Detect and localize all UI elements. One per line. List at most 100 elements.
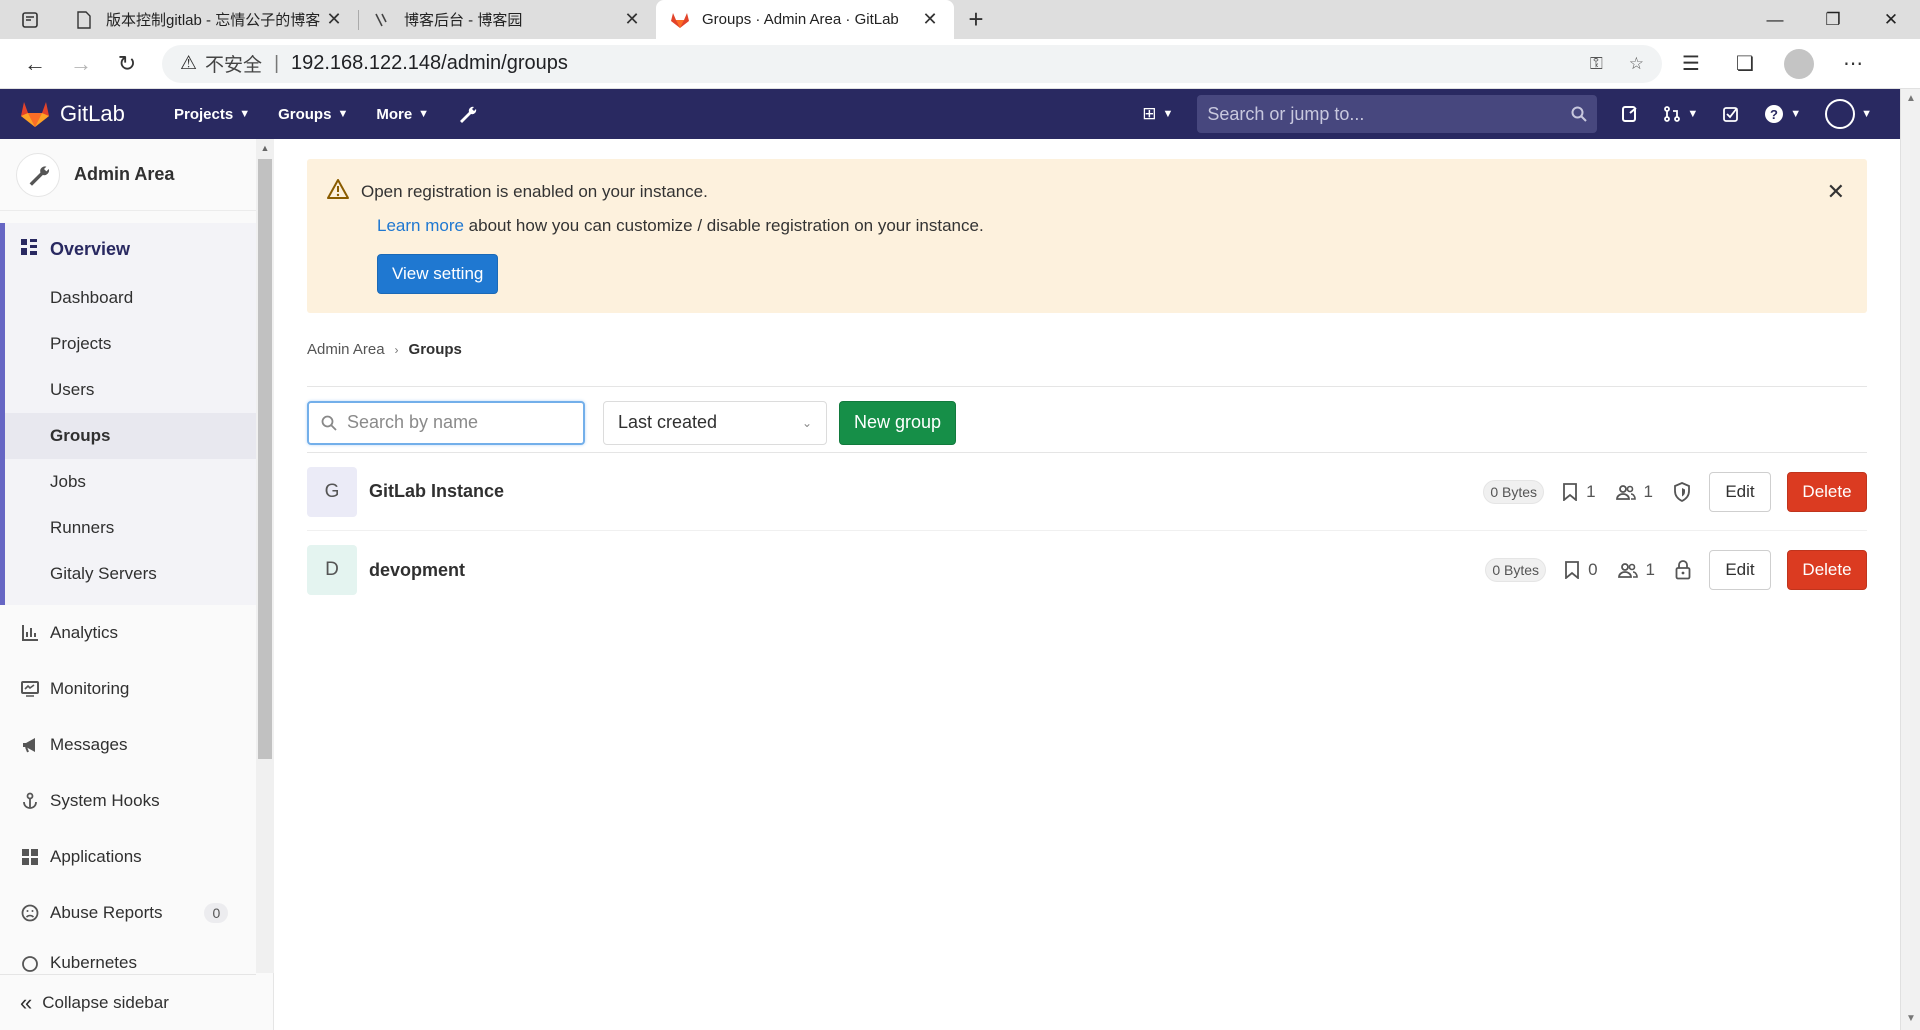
favorite-add-icon[interactable]: ☆ [1629,54,1644,74]
close-icon[interactable]: ✕ [324,9,344,30]
view-setting-button[interactable]: View setting [377,254,499,294]
lock-icon [1675,560,1691,580]
sidebar-item-applications[interactable]: Applications [0,829,273,885]
group-name[interactable]: devopment [369,560,465,581]
storage-size-badge: 0 Bytes [1483,479,1545,504]
abuse-icon [20,904,40,922]
sidebar-item-label: Overview [50,238,131,259]
breadcrumb-groups[interactable]: Groups [409,341,462,358]
close-window-icon[interactable]: ✕ [1862,0,1920,39]
admin-sidebar: Admin Area Overview Dashboard Projects U… [0,139,274,1030]
close-icon[interactable]: ✕ [622,9,642,30]
sidebar-item-monitoring[interactable]: Monitoring [0,661,273,717]
new-dropdown[interactable]: ⊞ ▼ [1130,89,1185,139]
sidebar-item-label: Applications [50,847,142,866]
nav-projects[interactable]: Projects ▼ [160,89,264,139]
new-group-button[interactable]: New group [839,400,957,445]
sidebar-item-groups[interactable]: Groups [0,413,273,459]
minimize-icon[interactable]: — [1746,0,1804,39]
window-menu-icon[interactable] [0,0,60,39]
reload-icon[interactable]: ↻ [104,44,150,84]
browser-tab-3[interactable]: Groups · Admin Area · GitLab ✕ [656,0,954,39]
group-name[interactable]: GitLab Instance [369,481,504,502]
scroll-down-icon[interactable]: ▼ [1901,1013,1920,1024]
user-menu[interactable]: ▼ [1813,89,1900,139]
close-icon[interactable]: ✕ [1827,179,1845,205]
gitlab-logo[interactable]: GitLab [0,100,160,128]
close-icon[interactable]: ✕ [920,9,940,30]
sidebar-scroll-thumb[interactable] [258,159,272,759]
sidebar-item-analytics[interactable]: Analytics [0,605,273,661]
sidebar-item-messages[interactable]: Messages [0,717,273,773]
cnblogs-icon [372,10,392,30]
tab-title: 版本控制gitlab - 忘情公子的博客 [106,12,321,29]
sidebar-item-system-hooks[interactable]: System Hooks [0,773,273,829]
profile-icon[interactable] [1782,48,1816,79]
tab-title: Groups · Admin Area · GitLab [702,11,899,28]
scroll-up-icon[interactable]: ▲ [256,143,274,153]
admin-wrench-icon[interactable] [443,89,491,139]
nav-more[interactable]: More ▼ [362,89,443,139]
page-scrollbar[interactable]: ▲ ▼ [1900,89,1920,1030]
overview-icon [20,238,44,261]
analytics-icon [20,624,40,642]
breadcrumb-admin-area[interactable]: Admin Area [307,341,385,358]
back-icon[interactable]: ← [12,44,58,84]
sort-dropdown[interactable]: Last created ⌄ [603,400,827,445]
merge-requests-icon[interactable]: ▼ [1651,89,1710,139]
issues-icon[interactable] [1609,89,1651,139]
project-count-value: 0 [1588,560,1598,579]
sidebar-item-jobs[interactable]: Jobs [0,459,273,505]
address-bar-row: ← → ↻ ⚠ 不安全 | 192.168.122.148/admin/grou… [0,39,1920,89]
collapse-sidebar-button[interactable]: « Collapse sidebar [0,974,256,1030]
more-icon[interactable]: ⋯ [1836,51,1870,76]
nav-more-label: More [376,105,413,123]
sidebar-header[interactable]: Admin Area [0,139,273,211]
global-search-input[interactable]: Search or jump to... [1197,95,1598,133]
edit-button[interactable]: Edit [1709,471,1771,512]
delete-button[interactable]: Delete [1787,550,1867,590]
sidebar-group-overview: Overview Dashboard Projects Users Groups… [0,223,273,605]
forward-icon[interactable]: → [58,44,104,84]
group-row[interactable]: G GitLab Instance 0 Bytes 1 1 Edit Delet… [307,453,1867,531]
sidebar-item-overview[interactable]: Overview [0,223,273,275]
learn-more-link[interactable]: Learn more [377,216,464,235]
restore-icon[interactable]: ❐ [1804,0,1862,39]
sidebar-item-kubernetes[interactable]: Kubernetes [0,941,273,973]
separator: | [274,52,279,74]
collections-icon[interactable]: ❏ [1728,51,1762,76]
project-count-value: 1 [1586,481,1596,501]
todos-icon[interactable] [1710,89,1752,139]
sidebar-item-users[interactable]: Users [0,367,273,413]
sidebar-item-gitaly-servers[interactable]: Gitaly Servers [0,551,273,597]
sidebar-scrollbar[interactable]: ▲ [256,139,274,973]
document-icon [74,10,94,30]
url-text[interactable]: 192.168.122.148/admin/groups [291,52,568,75]
nav-groups[interactable]: Groups ▼ [264,89,362,139]
browser-tab-2[interactable]: 博客后台 - 博客园 ✕ [358,0,656,39]
sidebar-item-dashboard[interactable]: Dashboard [0,275,273,321]
edit-button[interactable]: Edit [1709,550,1771,590]
address-bar[interactable]: ⚠ 不安全 | 192.168.122.148/admin/groups ⚿ ☆ [162,44,1662,83]
group-row[interactable]: D devopment 0 Bytes 0 1 Edit Delete [307,531,1867,609]
key-icon[interactable]: ⚿ [1590,54,1603,74]
search-input[interactable] [347,412,567,433]
monitor-icon [20,680,40,698]
favorites-icon[interactable]: ☰ [1674,51,1708,76]
sidebar-item-abuse-reports[interactable]: Abuse Reports 0 [0,885,273,941]
warning-icon[interactable]: ⚠ [180,52,197,75]
sidebar-item-runners[interactable]: Runners [0,505,273,551]
new-tab-icon[interactable]: + [954,0,998,39]
sidebar-item-label: Messages [50,735,128,754]
megaphone-icon [20,736,40,754]
delete-button[interactable]: Delete [1787,471,1867,512]
scroll-up-icon[interactable]: ▲ [1901,93,1920,104]
group-avatar[interactable]: G [307,466,357,517]
browser-tab-1[interactable]: 版本控制gitlab - 忘情公子的博客 ✕ [60,0,358,39]
apps-icon [20,848,40,866]
group-avatar[interactable]: D [307,545,357,595]
gitlab-header: GitLab Projects ▼ Groups ▼ More ▼ ⊞ ▼ Search… [0,89,1900,139]
group-search-field[interactable] [307,400,585,445]
help-icon[interactable]: ? ▼ [1752,89,1813,139]
sidebar-item-projects[interactable]: Projects [0,321,273,367]
